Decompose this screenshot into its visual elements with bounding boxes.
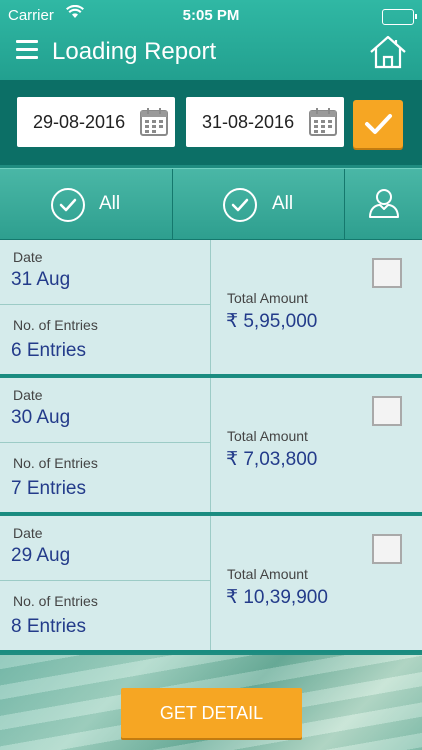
calendar-icon[interactable] xyxy=(139,107,169,137)
status-bar: Carrier 5:05 PM xyxy=(0,0,422,30)
row-left-panel: Date 29 Aug No. of Entries 8 Entries xyxy=(0,516,211,650)
list-item[interactable]: Date 31 Aug No. of Entries 6 Entries Tot… xyxy=(0,240,422,377)
date-label: Date xyxy=(13,249,43,265)
divider xyxy=(0,304,210,305)
check-circle-icon xyxy=(223,188,257,222)
calendar-icon[interactable] xyxy=(308,107,338,137)
total-amount-value: ₹ 5,95,000 xyxy=(226,311,318,332)
from-date-field[interactable]: 29-08-2016 xyxy=(17,97,175,147)
from-date-value: 29-08-2016 xyxy=(33,112,126,132)
row-checkbox[interactable] xyxy=(372,396,402,426)
total-amount-label: Total Amount xyxy=(227,566,308,582)
app-header: Carrier 5:05 PM Loading Report xyxy=(0,0,422,80)
divider xyxy=(0,580,210,581)
entries-value: 8 Entries xyxy=(11,616,86,637)
user-filter-button[interactable] xyxy=(344,169,422,239)
entries-label: No. of Entries xyxy=(13,593,98,609)
hamburger-icon[interactable] xyxy=(16,40,38,60)
checkmark-icon xyxy=(365,114,392,134)
date-value: 29 Aug xyxy=(11,545,71,566)
list-item[interactable]: Date 30 Aug No. of Entries 7 Entries Tot… xyxy=(0,378,422,515)
date-value: 31 Aug xyxy=(11,269,71,290)
filter-all-1[interactable]: All xyxy=(0,169,171,239)
page-title: Loading Report xyxy=(52,38,217,65)
entries-value: 7 Entries xyxy=(11,478,86,499)
filter-label: All xyxy=(99,193,121,214)
to-date-value: 31-08-2016 xyxy=(202,112,295,132)
get-detail-button[interactable]: GET DETAIL xyxy=(121,688,302,738)
filter-all-2[interactable]: All xyxy=(172,169,344,239)
date-label: Date xyxy=(13,387,43,403)
to-date-field[interactable]: 31-08-2016 xyxy=(186,97,344,147)
row-checkbox[interactable] xyxy=(372,534,402,564)
status-time: 5:05 PM xyxy=(182,7,240,24)
filter-row: All All xyxy=(0,168,422,241)
list-item[interactable]: Date 29 Aug No. of Entries 8 Entries Tot… xyxy=(0,516,422,653)
apply-date-button[interactable] xyxy=(353,100,403,148)
divider xyxy=(0,442,210,443)
entries-value: 6 Entries xyxy=(11,340,86,361)
date-value: 30 Aug xyxy=(11,407,71,428)
total-amount-value: ₹ 7,03,800 xyxy=(226,449,318,470)
filter-label: All xyxy=(272,193,294,214)
date-range-bar: 29-08-2016 31-08-2016 xyxy=(0,80,422,165)
total-amount-value: ₹ 10,39,900 xyxy=(226,587,328,608)
entries-label: No. of Entries xyxy=(13,455,98,471)
total-amount-label: Total Amount xyxy=(227,290,308,306)
date-label: Date xyxy=(13,525,43,541)
check-circle-icon xyxy=(51,188,85,222)
total-amount-label: Total Amount xyxy=(227,428,308,444)
user-icon xyxy=(368,188,400,223)
row-left-panel: Date 31 Aug No. of Entries 6 Entries xyxy=(0,240,211,374)
entries-label: No. of Entries xyxy=(13,317,98,333)
battery-icon xyxy=(382,9,417,25)
row-checkbox[interactable] xyxy=(372,258,402,288)
row-left-panel: Date 30 Aug No. of Entries 7 Entries xyxy=(0,378,211,512)
home-icon[interactable] xyxy=(368,34,408,70)
